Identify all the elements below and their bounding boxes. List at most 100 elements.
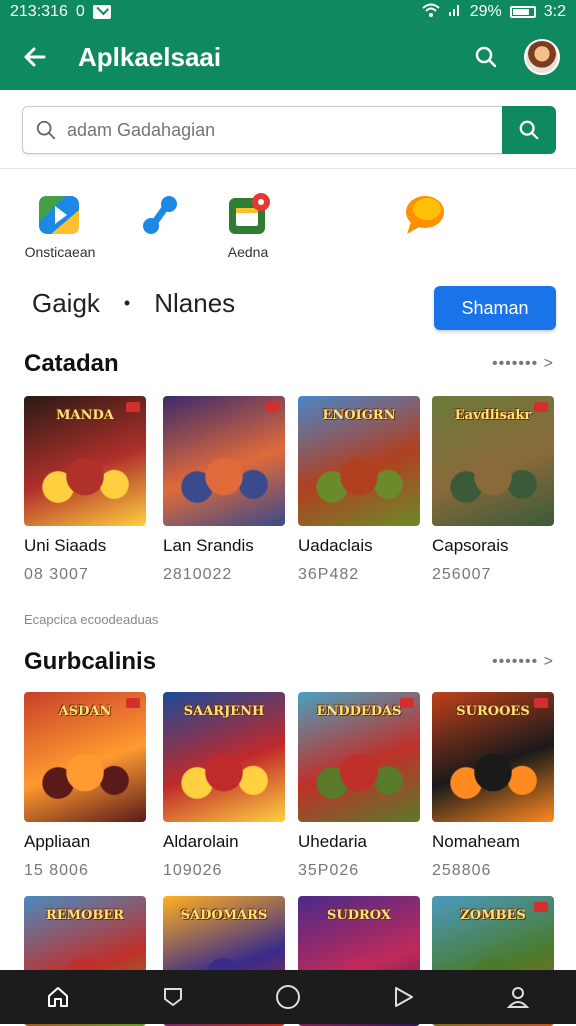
nav-overview[interactable]	[258, 970, 318, 1024]
app-card[interactable]: ENOIGRN Uadaclais 36P482	[298, 396, 420, 584]
shortcut-calendar[interactable]: Aedna	[198, 192, 298, 260]
section-header: Catadan ••••••• >	[24, 350, 554, 378]
shortcut-chat[interactable]	[374, 192, 474, 244]
app-thumbnail	[163, 396, 285, 526]
app-card[interactable]: MANDA Uni Siaads 08 3007	[24, 396, 146, 584]
badge-icon	[265, 402, 279, 412]
search-row	[22, 106, 556, 154]
shortcut-drive[interactable]: Onsticaean	[10, 192, 110, 260]
card-title: Nomaheam	[432, 832, 520, 851]
app-thumbnail: MANDA	[24, 396, 146, 526]
card-subtitle: 2810022	[163, 566, 233, 583]
card-subtitle: 15 8006	[24, 862, 89, 879]
divider	[0, 168, 576, 169]
status-o: 0	[75, 3, 85, 20]
search-submit-button[interactable]	[502, 106, 556, 154]
filter-separator: •	[123, 293, 131, 313]
filter-left[interactable]: Gaigk	[32, 288, 100, 319]
thumb-caption: SAARJENH	[183, 704, 265, 719]
see-more-link[interactable]: ••••••• >	[492, 653, 554, 671]
drive-icon	[37, 192, 83, 238]
shortcut-label: Onsticaean	[24, 244, 96, 260]
app-title: Aplkaelsaai	[78, 41, 222, 72]
card-title: Uni Siaads	[24, 536, 107, 555]
search-input[interactable]	[67, 119, 447, 141]
card-subtitle: 256007	[432, 566, 492, 583]
status-clock: 3:2	[543, 3, 566, 20]
thumb-caption: ZOMBES	[460, 908, 526, 923]
search-button[interactable]	[458, 29, 514, 85]
search-box	[22, 106, 502, 154]
section-header: Gurbcalinis ••••••• >	[24, 648, 554, 676]
app-card[interactable]: SAARJENH Aldarolain 109026	[163, 692, 285, 880]
section-title: Catadan	[24, 350, 119, 377]
bottom-navigation	[0, 970, 576, 1024]
avatar[interactable]	[524, 39, 560, 75]
primary-action-button[interactable]: Shaman	[434, 286, 556, 330]
app-thumbnail: SUROOES	[432, 692, 554, 822]
badge-icon	[126, 698, 140, 708]
app-card[interactable]: Lan Srandis 2810022	[163, 396, 285, 584]
filter-right[interactable]: Nlanes	[154, 288, 235, 319]
search-icon	[475, 46, 497, 68]
wifi-icon	[422, 3, 440, 22]
play-icon	[395, 987, 414, 1007]
app-card[interactable]: Eavdlisakr Capsorais 256007	[432, 396, 554, 584]
shortcut-label: Aedna	[227, 244, 269, 260]
app-thumbnail: Eavdlisakr	[432, 396, 554, 526]
status-right: 29% 3:2	[422, 3, 566, 22]
back-button[interactable]	[0, 24, 70, 90]
app-thumbnail: ASDAN	[24, 692, 146, 822]
signal-icon	[448, 3, 462, 22]
nav-profile[interactable]	[488, 970, 548, 1024]
card-subtitle: 109026	[163, 862, 223, 879]
card-title: Uadaclais	[298, 536, 373, 555]
thumb-caption: ASDAN	[58, 704, 112, 719]
connect-icon	[137, 192, 183, 238]
shortcut-connect[interactable]	[110, 192, 210, 244]
see-more-link[interactable]: ••••••• >	[492, 355, 554, 373]
card-title: Appliaan	[24, 832, 91, 851]
badge-icon	[534, 698, 548, 708]
badge-icon	[534, 402, 548, 412]
thumb-caption: SADOMARS	[180, 908, 268, 923]
arrow-left-icon	[24, 47, 46, 67]
nav-back[interactable]	[143, 970, 203, 1024]
app-bar: Aplkaelsaai	[0, 24, 576, 90]
card-title: Uhedaria	[298, 832, 367, 851]
status-time: 213:316	[10, 3, 68, 20]
section-title: Gurbcalinis	[24, 648, 157, 675]
card-subtitle: 08 3007	[24, 566, 89, 583]
status-left: 213:316 0	[10, 3, 111, 21]
person-icon	[507, 987, 530, 1008]
thumb-caption: REMOBER	[45, 908, 125, 923]
card-subtitle: 258806	[432, 862, 492, 879]
card-subtitle: 36P482	[298, 566, 360, 583]
app-thumbnail: ENOIGRN	[298, 396, 420, 526]
battery-icon	[509, 6, 536, 18]
thumb-caption: ENOIGRN	[322, 408, 396, 423]
calendar-app-icon	[225, 192, 271, 238]
app-card[interactable]: SUROOES Nomaheam 258806	[432, 692, 554, 880]
app-thumbnail: SAARJENH	[163, 692, 285, 822]
thumb-caption: SUDROX	[327, 908, 391, 923]
app-thumbnail: ENDDEDAS	[298, 692, 420, 822]
back-nav-icon	[163, 988, 182, 1006]
chat-bubble-icon	[401, 192, 447, 238]
search-field-icon	[36, 120, 56, 140]
card-title: Capsorais	[432, 536, 509, 555]
app-card[interactable]: ENDDEDAS Uhedaria 35P026	[298, 692, 420, 880]
card-subtitle: 35P026	[298, 862, 360, 879]
badge-icon	[126, 402, 140, 412]
mail-icon	[92, 5, 111, 19]
status-bar: 213:316 0 29% 3:2	[0, 0, 576, 24]
card-title: Aldarolain	[163, 832, 239, 851]
search-icon	[519, 120, 539, 140]
nav-home[interactable]	[28, 970, 88, 1024]
badge-icon	[400, 698, 414, 708]
battery-percent: 29%	[469, 3, 502, 20]
home-icon	[47, 987, 68, 1007]
thumb-caption: MANDA	[56, 408, 114, 423]
nav-play[interactable]	[373, 970, 433, 1024]
app-card[interactable]: ASDAN Appliaan 15 8006	[24, 692, 146, 880]
